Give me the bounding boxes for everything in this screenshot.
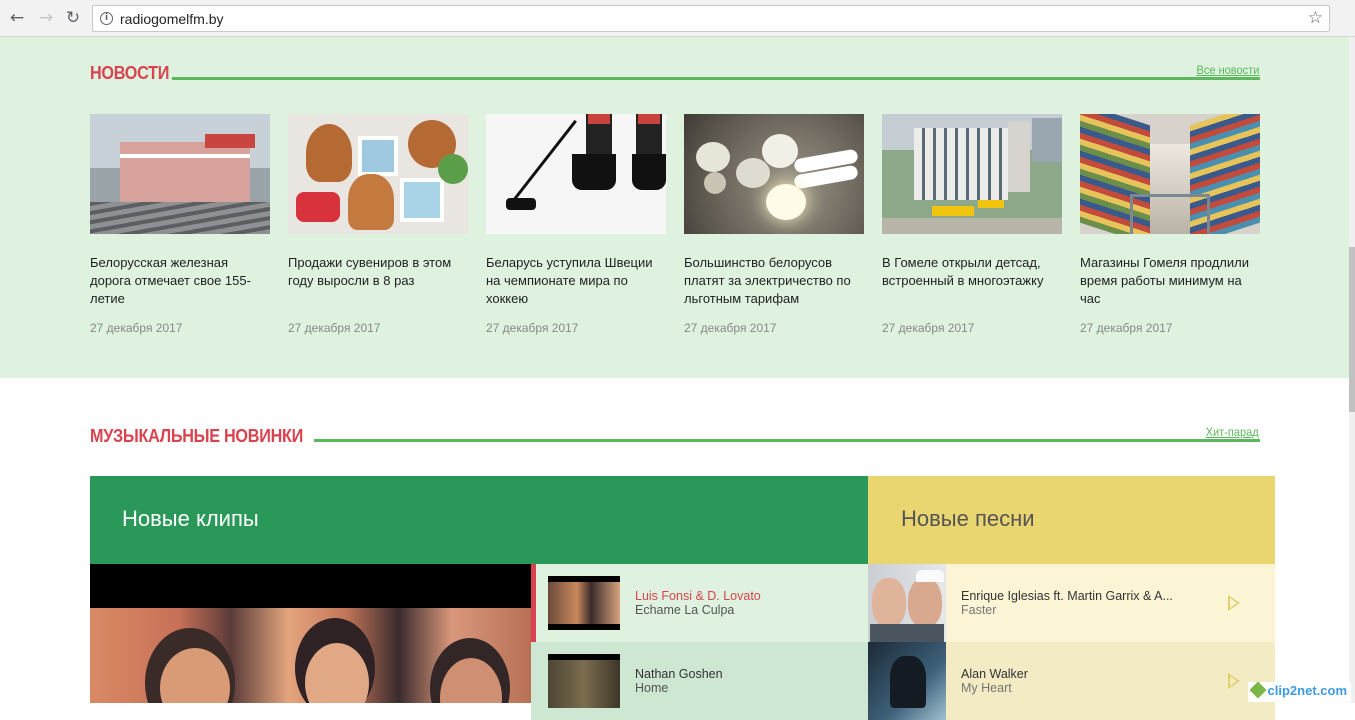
music-section-title: МУЗЫКАЛЬНЫЕ НОВИНКИ	[90, 426, 303, 446]
news-image-apartment-building[interactable]	[882, 114, 1062, 234]
news-image-gingerbread[interactable]	[288, 114, 468, 234]
news-card-title[interactable]: Большинство белорусов платят за электрич…	[684, 254, 862, 308]
watermark-logo-icon	[1249, 681, 1267, 699]
news-card-date: 27 декабря 2017	[90, 321, 183, 335]
news-section-title: НОВОСТИ	[90, 63, 170, 83]
watermark: clip2net.com	[1247, 681, 1351, 702]
song-artist[interactable]: Alan Walker	[961, 667, 1028, 681]
music-divider	[314, 439, 1260, 442]
new-songs-title[interactable]: Новые песни	[901, 506, 1035, 532]
news-section: НОВОСТИ Все новости Белорусская железная…	[0, 37, 1355, 378]
news-card-date: 27 декабря 2017	[288, 321, 381, 335]
active-marker	[531, 564, 536, 642]
news-card-title[interactable]: В Гомеле открыли детсад, встроенный в мн…	[882, 254, 1060, 290]
song-cover[interactable]	[868, 642, 946, 720]
scrollbar-thumb[interactable]	[1349, 247, 1355, 412]
clip-artist[interactable]: Nathan Goshen	[635, 667, 723, 681]
news-card[interactable]: Беларусь уступила Швеции на чемпионате м…	[486, 114, 666, 335]
clip-song-title[interactable]: Home	[635, 681, 668, 695]
news-image-hockey[interactable]	[486, 114, 666, 234]
news-card-title[interactable]: Беларусь уступила Швеции на чемпионате м…	[486, 254, 664, 308]
news-card-date: 27 декабря 2017	[486, 321, 579, 335]
news-card-date: 27 декабря 2017	[882, 321, 975, 335]
news-image-light-bulbs[interactable]	[684, 114, 864, 234]
forward-icon[interactable]: →	[37, 9, 55, 27]
all-news-link[interactable]: Все новости	[1196, 63, 1259, 77]
song-artist[interactable]: Enrique Iglesias ft. Martin Garrix & A..…	[961, 589, 1173, 603]
browser-toolbar: ← → ↻ i radiogomelfm.by ☆	[0, 0, 1355, 37]
new-clips-header[interactable]: Новые клипы	[90, 476, 868, 564]
page-scrollbar[interactable]	[1349, 37, 1355, 703]
news-card[interactable]: Магазины Гомеля продлили время работы ми…	[1080, 114, 1260, 335]
news-divider	[172, 77, 1260, 80]
clip-list-item[interactable]: Luis Fonsi & D. Lovato Echame La Culpa	[531, 564, 868, 642]
clip-song-title[interactable]: Echame La Culpa	[635, 603, 734, 617]
news-card[interactable]: Белорусская железная дорога отмечает сво…	[90, 114, 270, 335]
new-songs-header[interactable]: Новые песни	[868, 476, 1275, 564]
back-icon[interactable]: ←	[8, 9, 26, 27]
news-card[interactable]: В Гомеле открыли детсад, встроенный в мн…	[882, 114, 1062, 335]
watermark-text: clip2net.com	[1267, 683, 1347, 698]
news-card[interactable]: Продажи сувениров в этом году выросли в …	[288, 114, 468, 335]
clip-thumbnail[interactable]	[548, 576, 620, 630]
news-image-supermarket[interactable]	[1080, 114, 1260, 234]
news-card-date: 27 декабря 2017	[684, 321, 777, 335]
clip-artist[interactable]: Luis Fonsi & D. Lovato	[635, 589, 761, 603]
video-player[interactable]	[90, 564, 531, 703]
video-frame[interactable]	[90, 608, 531, 703]
news-card-title[interactable]: Магазины Гомеля продлили время работы ми…	[1080, 254, 1258, 308]
address-bar[interactable]: i radiogomelfm.by ☆	[92, 5, 1330, 32]
news-image-railway-station[interactable]	[90, 114, 270, 234]
clip-thumbnail[interactable]	[548, 654, 620, 708]
news-card[interactable]: Большинство белорусов платят за электрич…	[684, 114, 864, 335]
reload-icon[interactable]: ↻	[64, 9, 82, 27]
bookmark-star-icon[interactable]: ☆	[1308, 8, 1323, 28]
news-card-date: 27 декабря 2017	[1080, 321, 1173, 335]
song-list-item[interactable]: Alan Walker My Heart	[868, 642, 1275, 720]
play-icon[interactable]	[1228, 673, 1240, 689]
song-list-item[interactable]: Enrique Iglesias ft. Martin Garrix & A..…	[868, 564, 1275, 642]
new-clips-title[interactable]: Новые клипы	[122, 506, 259, 532]
clip-list-item[interactable]: Nathan Goshen Home	[531, 642, 868, 720]
info-icon[interactable]: i	[100, 12, 113, 25]
url-text[interactable]: radiogomelfm.by	[120, 11, 224, 27]
play-icon[interactable]	[1228, 595, 1240, 611]
song-title[interactable]: Faster	[961, 603, 996, 617]
news-card-title[interactable]: Продажи сувениров в этом году выросли в …	[288, 254, 466, 290]
song-title[interactable]: My Heart	[961, 681, 1012, 695]
hit-parade-link[interactable]: Хит-парад	[1206, 425, 1259, 439]
song-cover[interactable]	[868, 564, 946, 642]
news-card-title[interactable]: Белорусская железная дорога отмечает сво…	[90, 254, 268, 308]
